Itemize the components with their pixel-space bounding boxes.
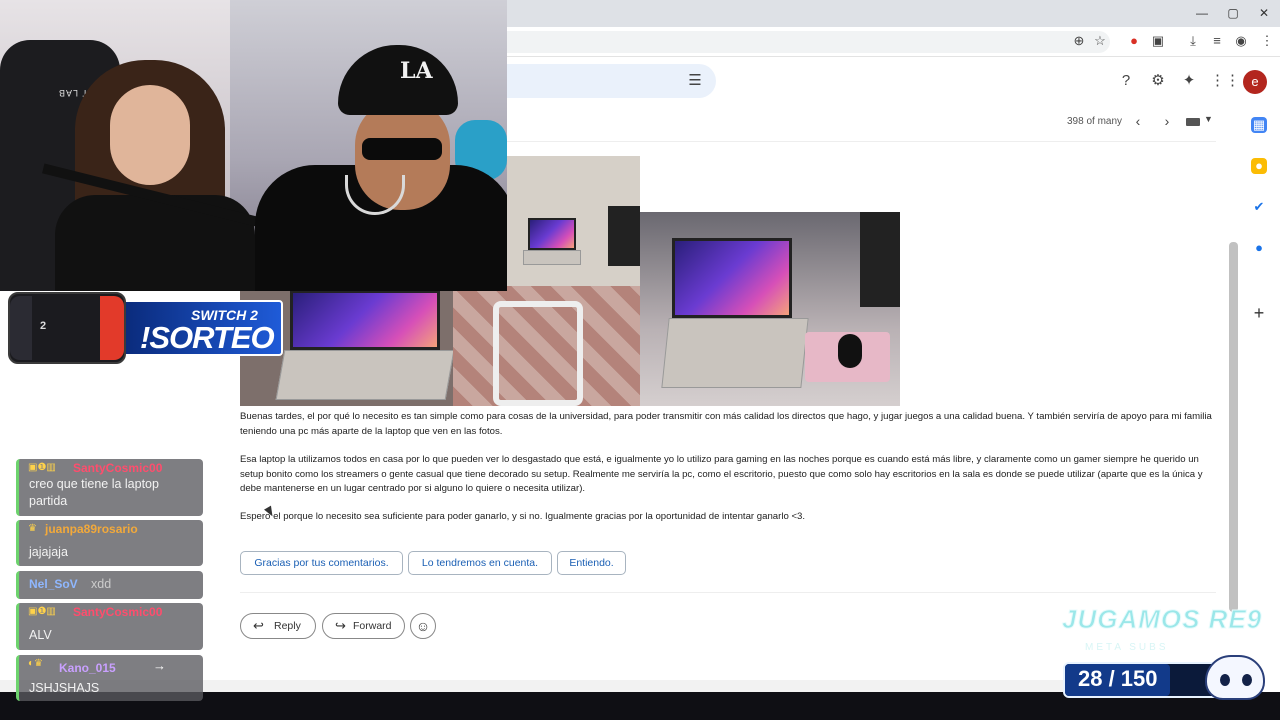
cap <box>338 45 458 115</box>
tasks-icon[interactable]: ✔ <box>1251 199 1267 215</box>
menu-icon[interactable]: ⋮ <box>1259 33 1275 49</box>
settings-icon[interactable]: ⚙ <box>1148 71 1168 91</box>
keep-icon[interactable]: ● <box>1251 158 1267 174</box>
chat-badges-icon: ▣❶▥ <box>28 606 56 617</box>
chat-username: Nel_SoV <box>29 577 78 591</box>
crown-badge-icon: ♛ <box>28 523 37 534</box>
cat-eye <box>1220 674 1230 686</box>
arrow-right-icon: → <box>153 658 166 673</box>
divider <box>240 592 1216 593</box>
goal-count: 28 / 150 <box>1078 666 1158 691</box>
smart-reply-chip[interactable]: Gracias por tus comentarios. <box>240 551 403 575</box>
older-icon[interactable]: › <box>1160 113 1174 129</box>
cap-logo: LA <box>400 58 433 84</box>
chat-text: jajajaja <box>29 545 68 559</box>
reply-icon: ↩ <box>253 618 264 633</box>
glasses <box>362 138 442 160</box>
reply-label: Reply <box>274 620 301 632</box>
minimize-window-button[interactable]: — <box>1195 6 1209 20</box>
joycon-left <box>10 296 32 360</box>
newer-icon[interactable]: ‹ <box>1131 113 1145 129</box>
forward-label: Forward <box>353 620 392 632</box>
forward-icon: ↪ <box>335 618 346 633</box>
chat-message: Nel_SoV xdd <box>16 571 203 599</box>
banner-subtitle: !SORTEO <box>140 320 275 355</box>
attachment-photo-3[interactable] <box>640 212 900 406</box>
chat-message: ♛ juanpa89rosario jajajaja <box>16 520 203 566</box>
console-badge: 2 <box>40 320 47 332</box>
input-tools-icon[interactable] <box>1186 118 1200 126</box>
streamer-1 <box>110 85 190 185</box>
chat-text: xdd <box>91 577 112 591</box>
filter-icon[interactable]: ☰ <box>685 71 705 91</box>
reply-button[interactable]: ↩ Reply <box>240 613 316 639</box>
smart-reply-chip[interactable]: Lo tendremos en cuenta. <box>408 551 552 575</box>
chat-text: creo que tiene la laptop partida <box>29 477 159 508</box>
chat-message: ◐♛ Kano_015 → JSHJSHAJS <box>16 655 203 701</box>
maximize-window-button[interactable]: ▢ <box>1226 6 1240 20</box>
extension-red-icon[interactable]: ● <box>1126 33 1142 49</box>
profile-icon[interactable]: ◉ <box>1233 33 1249 49</box>
chat-message: ▣❶▥ SantyCosmic00 ALV <box>16 603 203 650</box>
download-icon[interactable]: ⤓ <box>1185 33 1201 49</box>
apps-icon[interactable]: ⋮⋮ <box>1210 71 1240 91</box>
chat-text: JSHJSHAJS <box>29 681 100 695</box>
gemini-icon[interactable]: ✦ <box>1179 71 1199 91</box>
reading-list-icon[interactable]: ≡ <box>1209 33 1225 49</box>
chat-username: SantyCosmic00 <box>73 605 163 619</box>
email-body-paragraph: Buenas tardes, el por qué lo necesito es… <box>240 411 1212 437</box>
email-body-paragraph: Esa laptop la utilizamos todos en casa p… <box>240 454 1203 494</box>
chevron-down-icon[interactable]: ▼ <box>1204 114 1213 124</box>
goal-title: JUGAMOS RE9 <box>1061 604 1263 635</box>
smart-reply-chip[interactable]: Entiendo. <box>557 551 626 575</box>
star-icon[interactable]: ☆ <box>1092 33 1108 49</box>
screen: — ▢ ✕ ⊕ ☆ ● ▣ ⤓ ≡ ◉ ⋮ ☰ ? ⚙ ✦ ⋮⋮ e ▦ ● ✔… <box>0 0 1280 720</box>
close-window-button[interactable]: ✕ <box>1257 6 1271 20</box>
email-body-paragraph: Espero el porque lo necesito sea suficie… <box>240 511 806 522</box>
chat-text: ALV <box>29 628 52 642</box>
chat-badges-icon: ◐♛ <box>28 658 44 669</box>
contacts-icon[interactable]: ● <box>1251 240 1267 256</box>
chat-badges-icon: ▣❶▥ <box>28 462 56 473</box>
add-icon[interactable]: + <box>1251 304 1267 322</box>
chat-username: juanpa89rosario <box>45 522 138 536</box>
help-icon[interactable]: ? <box>1116 71 1136 91</box>
cat-eye <box>1242 674 1252 686</box>
puzzle-icon[interactable]: ▣ <box>1150 33 1166 49</box>
calendar-icon[interactable]: ▦ <box>1251 117 1267 133</box>
pagination-count: 398 of many <box>1067 116 1123 127</box>
chat-username: Kano_015 <box>59 661 116 675</box>
joycon-right <box>100 296 124 360</box>
zoom-icon[interactable]: ⊕ <box>1071 33 1087 49</box>
forward-button[interactable]: ↪ Forward <box>322 613 405 639</box>
goal-subtitle: META SUBS <box>1085 642 1169 653</box>
emoji-reaction-icon[interactable]: ☺ <box>410 613 436 639</box>
chat-message: ▣❶▥ SantyCosmic00 creo que tiene la lapt… <box>16 459 203 516</box>
account-avatar[interactable]: e <box>1243 70 1267 94</box>
scrollbar[interactable] <box>1229 242 1238 612</box>
cat-mascot-icon <box>1205 655 1265 700</box>
webcam-overlay: SECRET LAB LA <box>0 0 507 291</box>
chat-username: SantyCosmic00 <box>73 461 163 475</box>
